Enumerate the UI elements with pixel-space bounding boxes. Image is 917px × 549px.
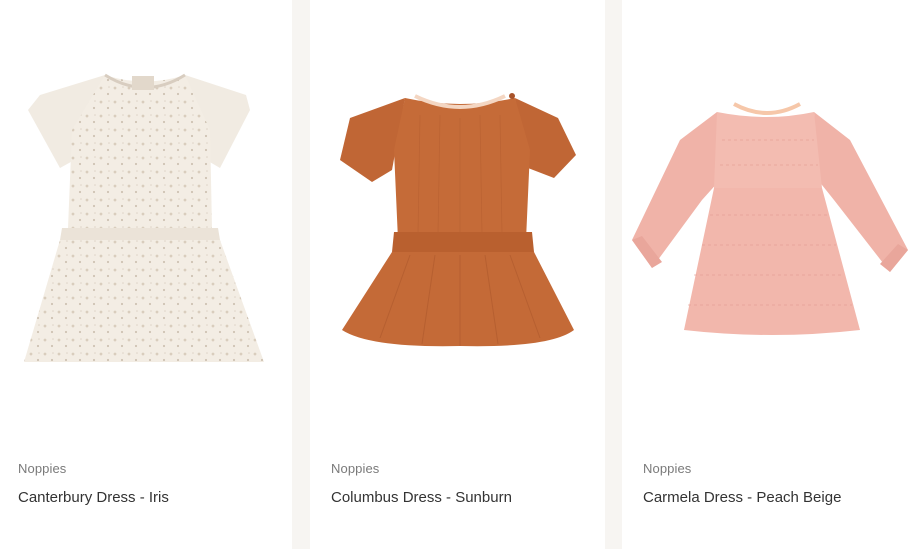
product-name-link[interactable]: Carmela Dress - Peach Beige — [643, 489, 841, 506]
product-grid: Noppies Canterbury Dress - Iris Noppies … — [0, 0, 917, 549]
product-name-link[interactable]: Canterbury Dress - Iris — [18, 489, 169, 506]
product-image[interactable] — [310, 0, 605, 420]
product-image[interactable] — [622, 0, 917, 420]
product-card[interactable]: Noppies Carmela Dress - Peach Beige — [622, 0, 917, 549]
product-card[interactable]: Noppies Columbus Dress - Sunburn — [310, 0, 605, 549]
product-brand: Noppies — [643, 461, 692, 476]
product-image[interactable] — [0, 0, 292, 420]
product-brand: Noppies — [18, 461, 67, 476]
product-card[interactable]: Noppies Canterbury Dress - Iris — [0, 0, 292, 549]
pink-long-sleeve-dress-image — [632, 102, 908, 335]
rust-orange-dress-image — [340, 93, 576, 347]
product-brand: Noppies — [331, 461, 380, 476]
product-name-link[interactable]: Columbus Dress - Sunburn — [331, 489, 512, 506]
ivory-floral-dress-image — [24, 73, 264, 362]
